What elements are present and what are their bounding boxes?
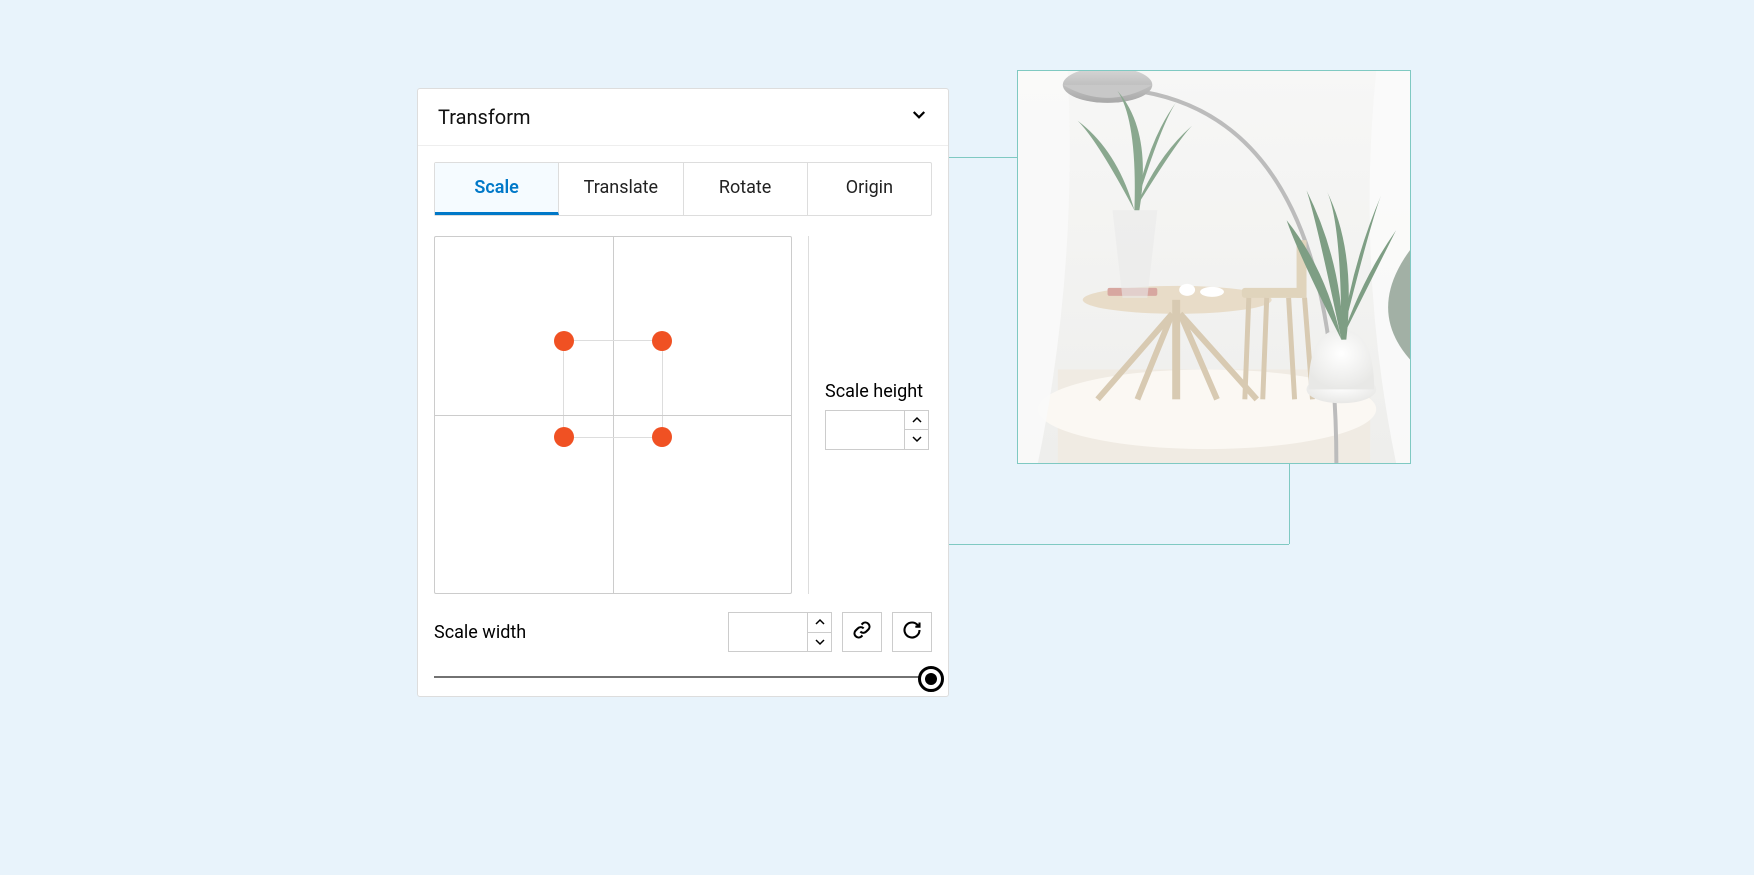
link-icon xyxy=(852,620,872,644)
stepper-up-icon[interactable] xyxy=(808,613,831,633)
scale-handle-br[interactable] xyxy=(652,427,672,447)
tab-rotate[interactable]: Rotate xyxy=(684,163,808,215)
stepper-down-icon[interactable] xyxy=(905,430,928,449)
scale-handle-tl[interactable] xyxy=(554,331,574,351)
rotate-clockwise-icon xyxy=(902,620,922,644)
scale-width-label: Scale width xyxy=(434,622,718,643)
panel-header[interactable]: Transform xyxy=(418,89,948,146)
slider-track xyxy=(434,676,932,678)
slider-thumb[interactable] xyxy=(918,666,944,692)
scale-box[interactable] xyxy=(563,340,663,438)
scale-height-field[interactable] xyxy=(826,411,904,449)
scale-handle-bl[interactable] xyxy=(554,427,574,447)
scale-width-field[interactable] xyxy=(729,613,807,651)
tab-scale[interactable]: Scale xyxy=(435,163,559,215)
stepper-down-icon[interactable] xyxy=(808,633,831,652)
chevron-down-icon xyxy=(910,106,928,128)
stepper-up-icon[interactable] xyxy=(905,411,928,431)
scale-height-label: Scale height xyxy=(825,381,923,402)
connector-line xyxy=(1289,464,1290,544)
tabs: Scale Translate Rotate Origin xyxy=(434,162,932,216)
panel-title: Transform xyxy=(438,105,531,129)
scale-width-input[interactable] xyxy=(728,612,832,652)
scale-slider[interactable] xyxy=(418,662,948,696)
connector-line xyxy=(949,544,1289,545)
tab-translate[interactable]: Translate xyxy=(559,163,683,215)
transform-panel: Transform Scale Translate Rotate Origin … xyxy=(417,88,949,697)
preview-image xyxy=(1017,70,1411,464)
scale-height-input[interactable] xyxy=(825,410,929,450)
reset-button[interactable] xyxy=(892,612,932,652)
connector-line xyxy=(949,157,1017,158)
scale-grid[interactable] xyxy=(434,236,792,594)
link-button[interactable] xyxy=(842,612,882,652)
tab-origin[interactable]: Origin xyxy=(808,163,931,215)
scale-handle-tr[interactable] xyxy=(652,331,672,351)
